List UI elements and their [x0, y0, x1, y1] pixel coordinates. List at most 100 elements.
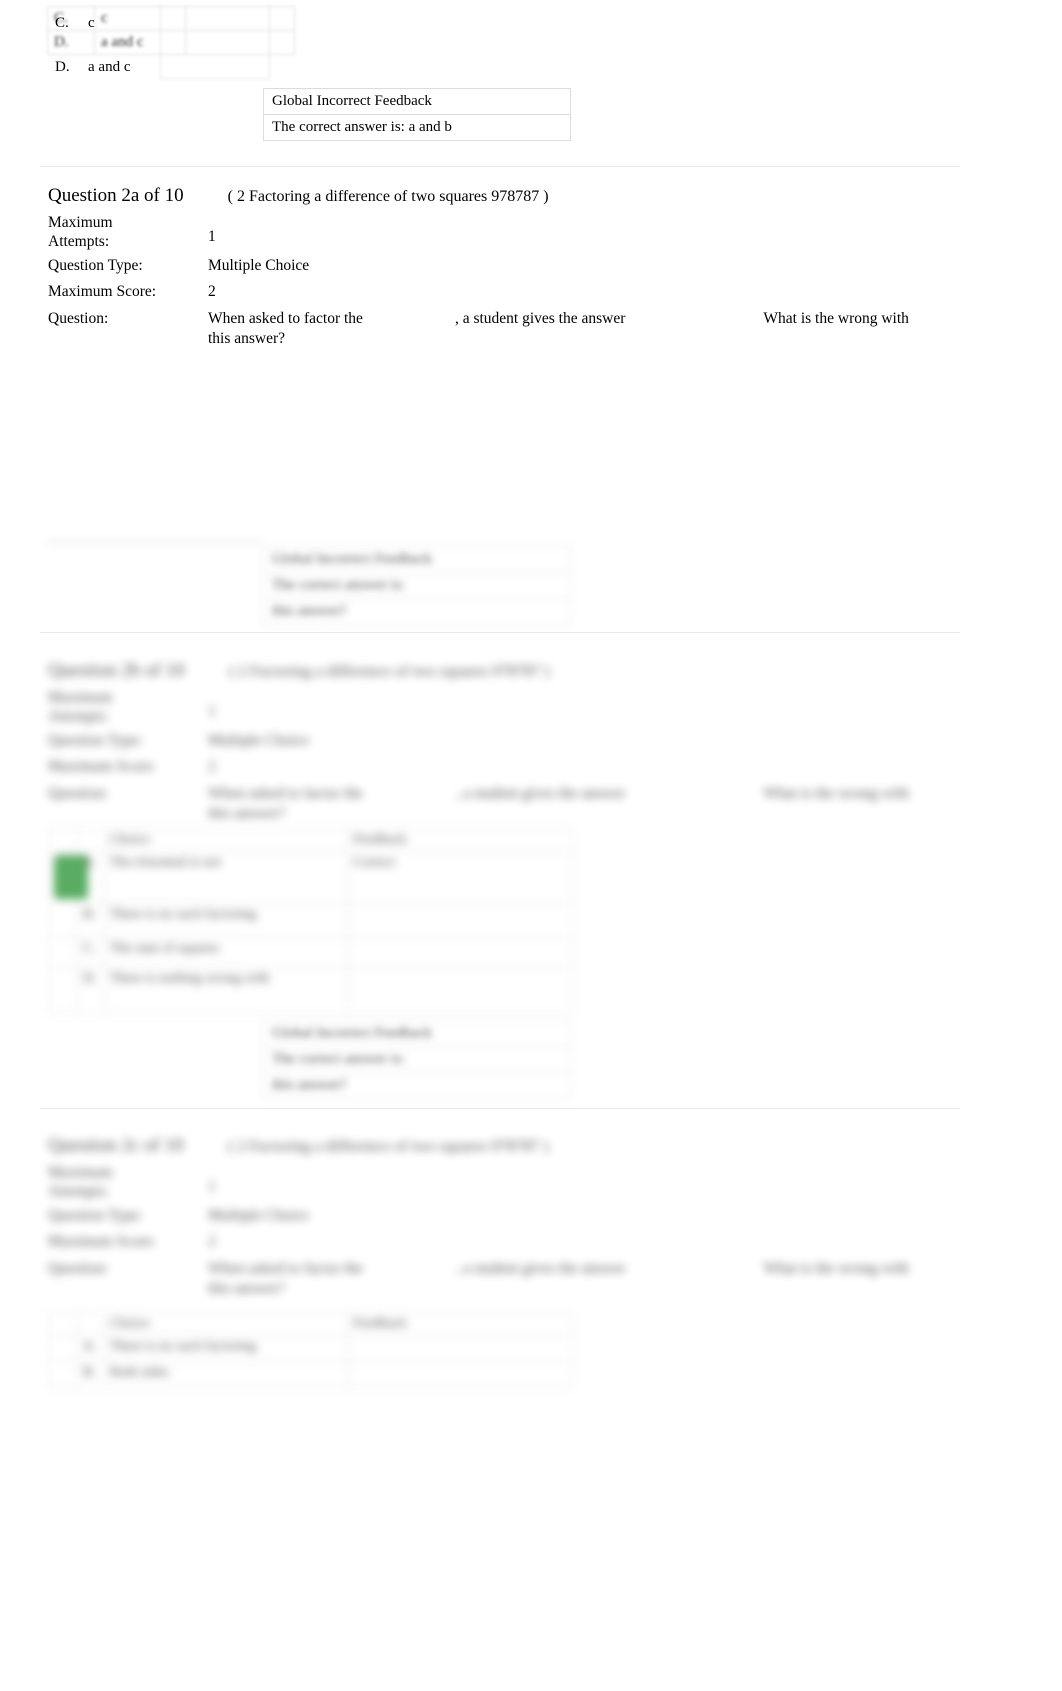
table-row: The correct answer is: — [263, 1046, 571, 1073]
feedback-line-2: The correct answer is: — [263, 1046, 571, 1073]
column-header-feedback: Feedback — [347, 828, 573, 852]
question-text: When asked to factor the , a student giv… — [208, 309, 978, 350]
table-row: A. There is no such factoring — [48, 1335, 573, 1362]
table-row: The correct answer is: a and b — [263, 114, 571, 141]
meta-label: Question Type: — [48, 256, 143, 274]
answer-letter: D. — [77, 967, 105, 1014]
question-2a-block: Question 2a of 10 ( 2 Factoring a differ… — [48, 185, 978, 352]
question-part-4: this answer? — [208, 330, 286, 348]
meta-row-max-score: Maximum Score: 2 — [48, 757, 978, 777]
option-letter-d: D. — [55, 59, 70, 75]
answer-letter: A. — [77, 1335, 105, 1362]
table-row: The correct answer is: — [263, 572, 571, 599]
feedback-heading: Global Incorrect Feedback — [263, 546, 571, 573]
question-part-2: , a student gives the answer — [454, 1259, 626, 1277]
table-row: this answer? — [263, 598, 571, 625]
answer-feedback — [347, 967, 573, 1014]
question-2b-block: Question 2b of 10 ( 2 Factoring a differ… — [48, 660, 978, 827]
answer-choice: There is nothing wrong with — [104, 967, 348, 1014]
table-header-row: Choice Feedback — [48, 1312, 573, 1336]
question-source: ( 2 Factoring a difference of two square… — [228, 663, 550, 680]
top-feedback-table: Global Incorrect Feedback The correct an… — [263, 88, 571, 141]
selected-answer-marker — [48, 967, 78, 1014]
answer-choice: There is no such factoring — [104, 903, 348, 938]
answer-letter: B. — [77, 1361, 105, 1388]
question-part-3: What is the wrong with — [763, 784, 909, 802]
question-text: When asked to factor the , a student giv… — [208, 1259, 978, 1300]
option-extra-columns — [160, 6, 270, 79]
answer-choice: The sum of squares — [104, 937, 348, 968]
table-row: D. There is nothing wrong with — [48, 967, 573, 1014]
question-2a-answer-area — [48, 380, 548, 530]
section-divider — [40, 166, 960, 167]
feedback-line-3: this answer? — [263, 1072, 571, 1099]
question-2a-feedback-edge — [47, 540, 263, 544]
question-source: ( 2 Factoring a difference of two square… — [227, 1138, 549, 1155]
question-part-3: What is the wrong with — [763, 1259, 909, 1277]
question-blank-1 — [363, 1259, 455, 1279]
meta-row-question-type: Question Type: Multiple Choice — [48, 256, 978, 276]
answer-letter: C. — [77, 937, 105, 968]
meta-value: 2 — [208, 758, 216, 776]
answer-choice: The trinomial is not — [104, 851, 348, 904]
column-header-choice: Choice — [104, 1312, 348, 1336]
question-part-1: When asked to factor the — [208, 309, 363, 327]
table-row: B. There is no such factoring — [48, 903, 573, 938]
question-part-1: When asked to factor the — [208, 784, 363, 802]
feedback-body: The correct answer is: a and b — [263, 114, 571, 141]
answer-feedback — [347, 1361, 573, 1388]
feedback-heading: Global Incorrect Feedback — [263, 1020, 571, 1047]
meta-label: Maximum Score: — [48, 1233, 157, 1251]
meta-row-max-attempts: Maximum Attempts: 1 — [48, 213, 978, 252]
table-row: Global Incorrect Feedback — [263, 1020, 571, 1047]
meta-row-max-attempts: Maximum Attempts: 1 — [48, 688, 978, 727]
section-divider — [40, 1108, 960, 1109]
meta-row-max-score: Maximum Score: 2 — [48, 282, 978, 302]
selected-answer-marker — [48, 1335, 78, 1362]
meta-row-max-score: Maximum Score: 2 — [48, 1232, 978, 1252]
question-2b-feedback-table: Global Incorrect Feedback The correct an… — [263, 1020, 571, 1099]
option-letter-c: C. — [55, 15, 69, 31]
selected-answer-marker — [48, 903, 78, 938]
meta-label: Question Type: — [48, 731, 143, 749]
meta-label: Maximum Attempts: — [48, 214, 113, 251]
feedback-line-3: this answer? — [263, 598, 571, 625]
meta-label: Maximum Attempts: — [48, 689, 113, 726]
column-header-letter — [77, 828, 105, 852]
meta-row-question: Question: When asked to factor the , a s… — [48, 309, 978, 350]
meta-value: Multiple Choice — [208, 256, 310, 274]
table-row: A. The trinomial is not Correct — [48, 851, 573, 904]
meta-row-question-type: Question Type: Multiple Choice — [48, 1206, 978, 1226]
question-part-1: When asked to factor the — [208, 1259, 363, 1277]
meta-value: 2 — [208, 283, 216, 301]
answer-letter: B. — [77, 903, 105, 938]
meta-row-question: Question: When asked to factor the , a s… — [48, 784, 978, 825]
meta-row-max-attempts: Maximum Attempts: 1 — [48, 1163, 978, 1202]
selected-answer-marker — [48, 937, 78, 968]
meta-row-question: Question: When asked to factor the , a s… — [48, 1259, 978, 1300]
answer-feedback — [347, 937, 573, 968]
table-row: Global Incorrect Feedback — [263, 88, 571, 115]
column-header-choice: Choice — [104, 828, 348, 852]
column-header-feedback: Feedback — [347, 1312, 573, 1336]
question-source: ( 2 Factoring a difference of two square… — [227, 188, 549, 205]
question-text: When asked to factor the , a student giv… — [208, 784, 978, 825]
meta-value: 1 — [208, 703, 216, 720]
answer-feedback — [347, 903, 573, 938]
question-2a-feedback-table: Global Incorrect Feedback The correct an… — [263, 546, 571, 625]
question-2c-block: Question 2c of 10 ( 2 Factoring a differ… — [48, 1135, 978, 1302]
meta-value: Multiple Choice — [208, 731, 310, 749]
column-header-mark — [48, 1312, 78, 1336]
answer-feedback: Correct — [347, 851, 573, 904]
selected-answer-marker — [48, 1361, 78, 1388]
question-blank-2 — [625, 1259, 763, 1279]
question-part-2: , a student gives the answer — [454, 784, 626, 802]
meta-row-question-type: Question Type: Multiple Choice — [48, 731, 978, 751]
question-2c-answer-table: Choice Feedback A. There is no such fact… — [48, 1312, 573, 1388]
question-label: Question: — [48, 784, 109, 802]
section-divider — [40, 632, 960, 633]
selected-answer-marker — [48, 851, 88, 904]
table-header-row: Choice Feedback — [48, 828, 573, 852]
column-header-letter — [77, 1312, 105, 1336]
meta-label: Maximum Score: — [48, 283, 157, 301]
